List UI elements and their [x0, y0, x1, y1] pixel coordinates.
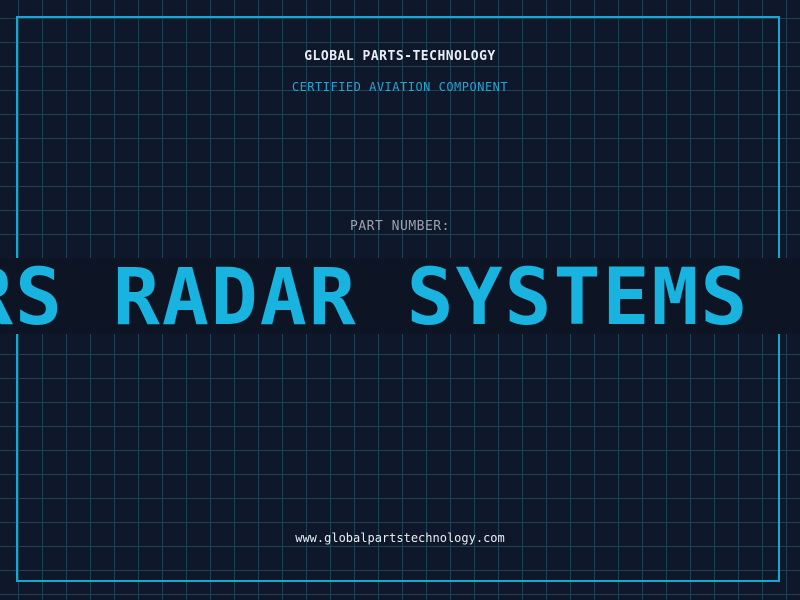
brand-title: GLOBAL PARTS-TECHNOLOGY	[304, 49, 496, 64]
website-link[interactable]: www.globalpartstechnology.com	[0, 531, 800, 545]
certification-subtitle: CERTIFIED AVIATION COMPONENT	[291, 80, 509, 94]
part-number-banner: RS RADAR SYSTEMS L	[0, 258, 800, 334]
part-number-value: RS RADAR SYSTEMS L	[0, 258, 800, 334]
part-number-label: PART NUMBER:	[350, 219, 450, 234]
